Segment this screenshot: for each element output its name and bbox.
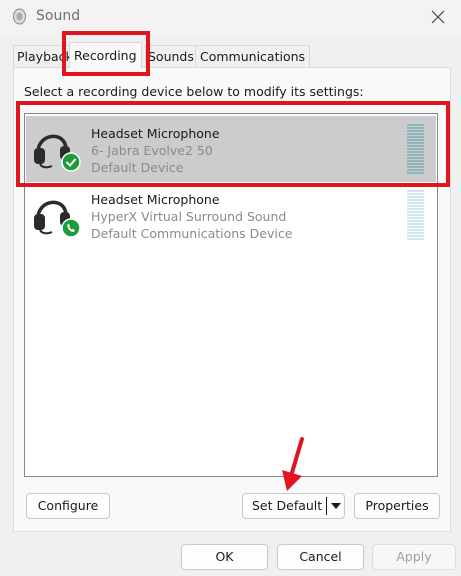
set-default-button[interactable]: Set Default [242,493,345,519]
properties-button[interactable]: Properties [354,493,440,519]
close-button[interactable] [415,0,461,34]
device-name: Headset Microphone [91,192,220,207]
headset-icon [34,134,81,172]
device-description: HyperX Virtual Surround Sound [91,209,287,224]
device-status: Default Device [91,160,184,175]
tab-sounds[interactable]: Sounds [145,45,200,68]
level-meter [407,124,424,174]
set-default-label: Set Default [252,498,323,513]
device-item-jabra[interactable]: Headset Microphone 6- Jabra Evolve2 50 D… [26,116,436,182]
tab-communications[interactable]: Communications [195,45,311,68]
level-meter [407,190,424,240]
tab-recording[interactable]: Recording [69,42,142,68]
red-arrow-icon [282,437,304,491]
ok-button[interactable]: OK [181,544,268,570]
close-icon [431,10,445,24]
device-status: Default Communications Device [91,226,293,241]
check-badge-icon [61,152,81,172]
apply-button[interactable]: Apply [372,544,456,570]
configure-button[interactable]: Configure [26,493,110,519]
title-bar: Sound [0,0,461,34]
device-item-hyperx[interactable]: Headset Microphone HyperX Virtual Surrou… [26,182,436,248]
chevron-down-icon[interactable] [331,503,341,509]
split-separator [326,497,327,515]
instruction-text: Select a recording device below to modif… [24,84,364,99]
window-title: Sound [36,8,81,24]
speaker-icon [13,8,26,25]
device-description: 6- Jabra Evolve2 50 [91,143,213,158]
cancel-button[interactable]: Cancel [277,544,364,570]
phone-badge-icon [61,218,81,238]
headset-icon [34,200,81,238]
device-list[interactable]: Headset Microphone 6- Jabra Evolve2 50 D… [24,113,438,477]
device-name: Headset Microphone [91,126,220,141]
